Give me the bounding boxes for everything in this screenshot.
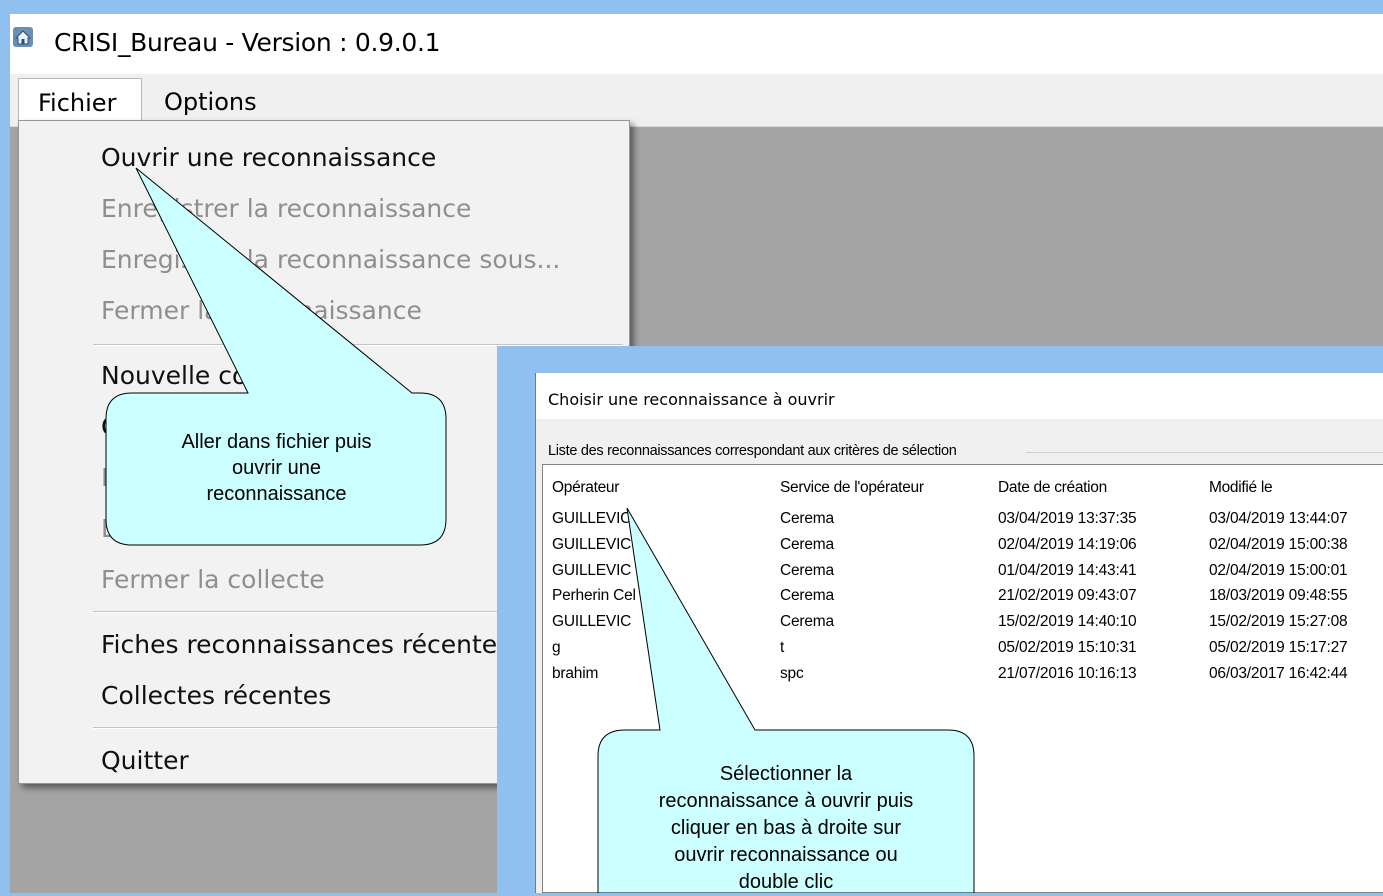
callout-text-dialog: Sélectionner la reconnaissance à ouvrir … — [610, 761, 962, 896]
cell-modified: 18/03/2019 09:48:55 — [1209, 587, 1348, 604]
dialog-title: Choisir une reconnaissance à ouvrir — [548, 390, 835, 409]
cell-service: Cerema — [780, 613, 834, 630]
callout-line: ouvrir reconnaissance ou — [674, 844, 898, 866]
group-border — [1026, 452, 1383, 453]
menu-item-save-collect-as[interactable]: E — [101, 514, 117, 543]
menu-item-close-recon[interactable]: Fermer la reconnaissance — [101, 296, 422, 325]
cell-modified: 06/03/2017 16:42:44 — [1209, 665, 1348, 682]
column-header-modified[interactable]: Modifié le — [1209, 479, 1273, 497]
title-bar: CRISI_Bureau - Version : 0.9.0.1 — [10, 14, 1383, 74]
cell-created: 05/02/2019 15:10:31 — [998, 639, 1137, 656]
cell-created: 01/04/2019 14:43:41 — [998, 562, 1137, 579]
menu-item-close-collect[interactable]: Fermer la collecte — [101, 565, 325, 594]
callout-line: Aller dans fichier puis — [181, 431, 372, 453]
cell-service: Cerema — [780, 510, 834, 527]
menu-options[interactable]: Options — [164, 88, 257, 116]
cell-modified: 05/02/2019 15:17:27 — [1209, 639, 1348, 656]
cell-service: Cerema — [780, 536, 834, 553]
menu-item-new-collect[interactable]: Nouvelle collecte — [101, 361, 315, 390]
cell-created: 15/02/2019 14:40:10 — [998, 613, 1137, 630]
cell-service: spc — [780, 665, 804, 682]
group-label: Liste des reconnaissances correspondant … — [548, 443, 957, 459]
cell-created: 21/02/2019 09:43:07 — [998, 587, 1137, 604]
column-header-created[interactable]: Date de création — [998, 479, 1107, 497]
callout-line: ouvrir une — [232, 457, 321, 479]
menu-fichier-label[interactable]: Fichier — [38, 89, 116, 117]
callout-line: reconnaissance à ouvrir puis — [658, 790, 914, 812]
cell-operator: g — [552, 639, 561, 656]
callout-line: cliquer en bas à droite sur — [670, 817, 902, 839]
cell-operator: GUILLEVIC — [552, 536, 632, 553]
menu-item-recent-collects[interactable]: Collectes récentes — [101, 681, 331, 710]
callout-line: reconnaissance — [206, 483, 347, 505]
menu-item-quit[interactable]: Quitter — [101, 746, 189, 775]
cell-operator: Perherin Cel — [552, 587, 636, 604]
cell-operator: GUILLEVIC — [552, 562, 632, 579]
cell-modified: 02/04/2019 15:00:01 — [1209, 562, 1348, 579]
cell-modified: 03/04/2019 13:44:07 — [1209, 510, 1348, 527]
menu-item-open-collect[interactable]: O — [101, 412, 121, 441]
menu-item-save-collect[interactable]: E — [101, 463, 117, 492]
cell-service: Cerema — [780, 587, 834, 604]
callout-line: double clic — [738, 871, 834, 893]
cell-operator: GUILLEVIC — [552, 613, 632, 630]
cell-operator: GUILLEVIC — [552, 510, 632, 527]
menu-item-open-recon[interactable]: Ouvrir une reconnaissance — [101, 143, 436, 172]
callout-line: Sélectionner la — [719, 763, 853, 785]
app-house-icon — [12, 26, 34, 48]
cell-created: 21/07/2016 10:16:13 — [998, 665, 1137, 682]
cell-modified: 15/02/2019 15:27:08 — [1209, 613, 1348, 630]
menu-item-save-recon[interactable]: Enregistrer la reconnaissance — [101, 194, 471, 223]
cell-service: Cerema — [780, 562, 834, 579]
callout-text-menu: Aller dans fichier puis ouvrir une recon… — [130, 429, 423, 507]
menu-item-save-recon-as[interactable]: Enregistrer la reconnaissance sous... — [101, 245, 560, 274]
dialog-title-bar: Choisir une reconnaissance à ouvrir — [536, 373, 1383, 419]
column-header-service[interactable]: Service de l'opérateur — [780, 479, 924, 497]
cell-operator: brahim — [552, 665, 599, 682]
cell-modified: 02/04/2019 15:00:38 — [1209, 536, 1348, 553]
menu-item-recent-recons[interactable]: Fiches reconnaissances récentes — [101, 630, 510, 659]
window-title: CRISI_Bureau - Version : 0.9.0.1 — [54, 28, 441, 57]
cell-created: 03/04/2019 13:37:35 — [998, 510, 1137, 527]
cell-service: t — [780, 639, 785, 656]
cell-created: 02/04/2019 14:19:06 — [998, 536, 1137, 553]
column-header-operator[interactable]: Opérateur — [552, 479, 619, 497]
